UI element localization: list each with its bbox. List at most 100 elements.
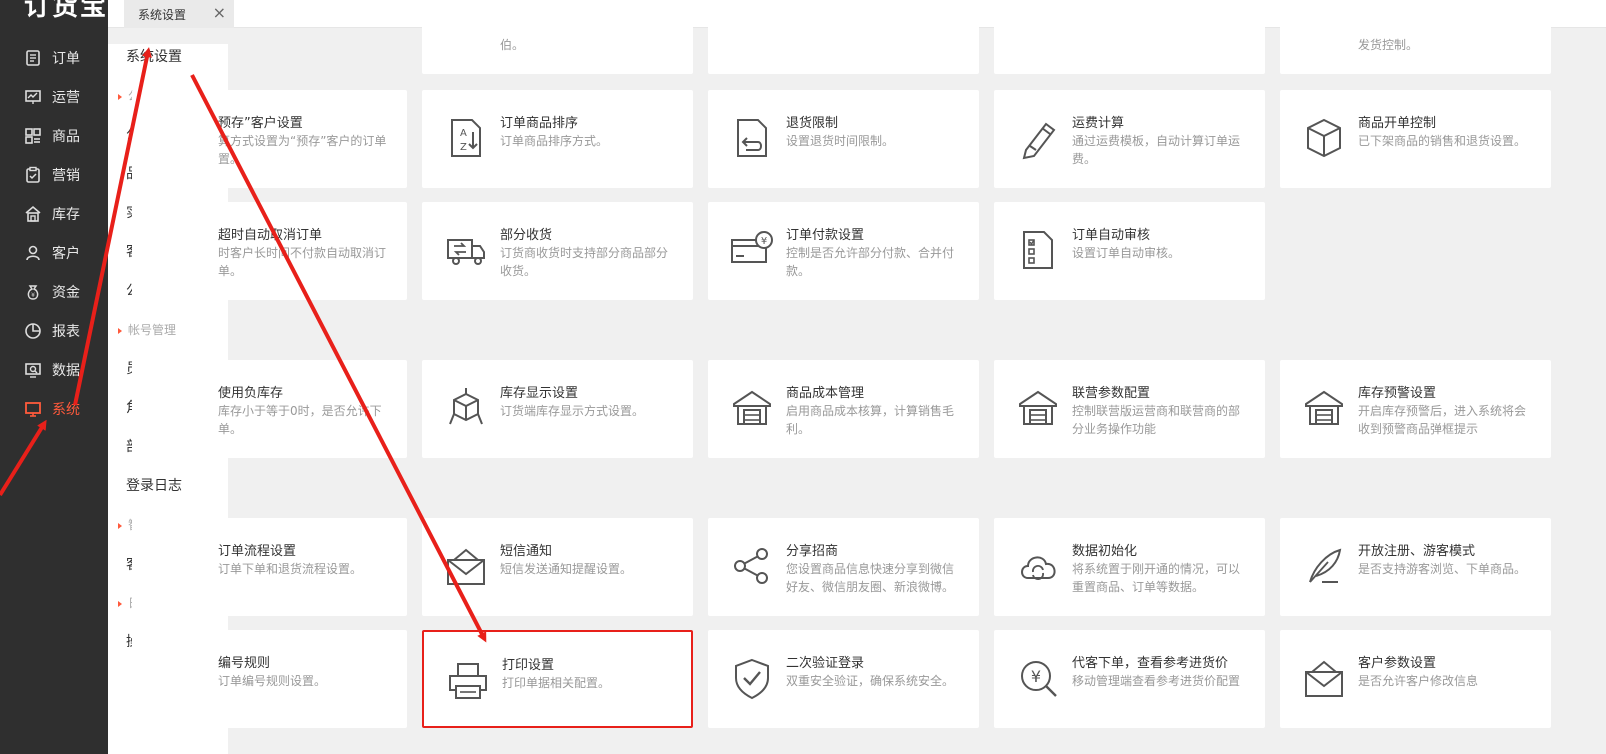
nav-item-8[interactable]: 数据 <box>0 350 108 390</box>
settings-card[interactable]: 伯。 <box>422 0 693 74</box>
left-navigation: 订货宝 订单 运营 商品 营销 库存 客户 ¥ 资金 报表 数据 系统 <box>0 0 108 754</box>
close-icon[interactable]: × <box>213 3 226 22</box>
settings-card[interactable]: 使用负库存库存小于等于0时，是否允许下单。 <box>132 360 407 458</box>
card-description: 时客户长时间不付款自动取消订单。 <box>218 246 387 278</box>
clipboard-check-icon <box>24 166 42 184</box>
card-title: 订单自动审核 <box>1072 228 1151 243</box>
card-title: 使用负库存 <box>218 386 284 401</box>
card-title: 数据初始化 <box>1072 544 1138 559</box>
nav-item-label: 客户 <box>52 246 80 262</box>
none <box>154 656 198 700</box>
nav-item-label: 订单 <box>52 51 80 67</box>
card-description: 通过运费模板，自动计算订单运费。 <box>1072 134 1241 166</box>
settings-card[interactable]: 库存预警设置 开启库存预警后，进入系统将会收到预警商品弹框提示 <box>1280 360 1551 458</box>
warehouse-icon <box>1016 386 1060 430</box>
pencil-icon <box>1016 116 1060 160</box>
nav-item-0[interactable]: 订单 <box>0 38 108 78</box>
settings-card[interactable]: 部分收货 订货商收货时支持部分商品部分收货。 <box>422 202 693 300</box>
none <box>154 228 198 272</box>
card-title: 订单付款设置 <box>786 228 865 243</box>
card-title: 短信通知 <box>500 544 553 559</box>
pie-chart-icon <box>24 322 42 340</box>
cube-icon <box>444 386 488 430</box>
settings-card[interactable]: 订单自动审核 设置订单自动审核。 <box>994 202 1265 300</box>
settings-card[interactable]: 联营参数配置控制联营版运营商和联营商的部分业务操作功能 <box>994 360 1265 458</box>
nav-item-1[interactable]: 运营 <box>0 77 108 117</box>
settings-card[interactable]: 商品开单控制 已下架商品的销售和退货设置。 <box>1280 90 1551 188</box>
nav-item-5[interactable]: 客户 <box>0 233 108 273</box>
settings-card[interactable]: 库存显示设置 订货端库存显示方式设置。 <box>422 360 693 458</box>
svg-text:Z: Z <box>460 142 467 153</box>
submenu-group-label: 帐号管理 <box>128 323 177 337</box>
nav-item-label: 报表 <box>52 324 80 340</box>
order-icon <box>24 49 42 67</box>
svg-text:A: A <box>460 128 467 139</box>
card-description: 启用商品成本核算，计算销售毛利。 <box>786 404 955 436</box>
settings-card[interactable] <box>708 0 979 74</box>
checklist-icon <box>1016 228 1060 272</box>
settings-card[interactable]: 编号规则 订单编号规则设置。 <box>132 630 407 728</box>
card-title: 二次验证登录 <box>786 656 865 671</box>
card-description: 库存小于等于0时，是否允许下单。 <box>218 404 382 436</box>
settings-card[interactable]: 开放注册、游客模式 是否支持游客浏览、下单商品。 <box>1280 518 1551 616</box>
card-title: 联营参数配置 <box>1072 386 1151 401</box>
card-title: 代客下单，查看参考进货价 <box>1072 656 1229 671</box>
card-title: 编号规则 <box>218 656 271 671</box>
warehouse-icon <box>24 205 42 223</box>
card-description: 开启库存预警后，进入系统将会收到预警商品弹框提示 <box>1358 404 1527 436</box>
settings-card[interactable]: 运费计算通过运费模板，自动计算订单运费。 <box>994 90 1265 188</box>
settings-card[interactable]: 订单流程设置 订单下单和退货流程设置。 <box>132 518 407 616</box>
settings-card[interactable]: 短信通知 短信发送通知提醒设置。 <box>422 518 693 616</box>
card-title: 打印设置 <box>502 658 555 673</box>
payment-card-icon: ¥ <box>730 228 774 272</box>
submenu-item[interactable]: 系统设置 <box>126 46 182 68</box>
card-title: 预存”客户设置 <box>218 116 303 131</box>
nav-item-3[interactable]: 营销 <box>0 155 108 195</box>
nav-item-6[interactable]: ¥ 资金 <box>0 272 108 312</box>
settings-card[interactable]: 发货控制。 <box>1280 0 1551 74</box>
card-title: 超时自动取消订单 <box>218 228 323 243</box>
settings-card[interactable]: ¥ 代客下单，查看参考进货价 移动管理端查看参考进货价配置 <box>994 630 1265 728</box>
truck-icon <box>444 228 488 272</box>
card-title: 订单商品排序 <box>500 116 579 131</box>
card-title: 开放注册、游客模式 <box>1358 544 1476 559</box>
nav-item-9[interactable]: 系统 <box>0 389 108 429</box>
settings-card[interactable]: ¥ 订单付款设置 控制是否允许部分付款、合并付款。 <box>708 202 979 300</box>
card-title: 运费计算 <box>1072 116 1125 131</box>
none <box>154 116 198 160</box>
card-title: 订单流程设置 <box>218 544 297 559</box>
settings-card[interactable]: 超时自动取消订单时客户长时间不付款自动取消订单。 <box>132 202 407 300</box>
nav-item-4[interactable]: 库存 <box>0 194 108 234</box>
warehouse-icon <box>1302 386 1346 430</box>
nav-item-2[interactable]: 商品 <box>0 116 108 156</box>
settings-card[interactable]: A Z 订单商品排序 订单商品排序方式。 <box>422 90 693 188</box>
caret-right-icon <box>118 93 122 100</box>
card-title: 退货限制 <box>786 116 839 131</box>
settings-card[interactable]: 分享招商 您设置商品信息快速分享到微信好友、微信朋友圈、新浪微博。 <box>708 518 979 616</box>
card-title: 库存显示设置 <box>500 386 579 401</box>
svg-text:¥: ¥ <box>761 236 767 247</box>
submenu-item[interactable]: 登录日志 <box>126 475 182 497</box>
card-description: 已下架商品的销售和退货设置。 <box>1358 134 1527 148</box>
settings-card[interactable]: 打印设置 打印单据相关配置。 <box>422 630 693 728</box>
money-bag-icon: ¥ <box>24 283 42 301</box>
nav-item-label: 运营 <box>52 90 80 106</box>
warehouse-icon <box>730 386 774 430</box>
tab-label: 系统设置 <box>138 7 187 22</box>
settings-card[interactable]: 客户参数设置 是否允许客户修改信息 <box>1280 630 1551 728</box>
card-description: 控制联营版运营商和联营商的部分业务操作功能 <box>1072 404 1241 436</box>
nav-item-label: 库存 <box>52 207 80 223</box>
svg-text:¥: ¥ <box>31 292 35 299</box>
settings-card[interactable]: 预存”客户设置 算方式设置为“预存”客户的订单置。 <box>132 90 407 188</box>
shield-check-icon <box>730 656 774 700</box>
settings-card[interactable]: 商品成本管理 启用商品成本核算，计算销售毛利。 <box>708 360 979 458</box>
nav-item-label: 资金 <box>52 285 80 301</box>
tab-system-settings[interactable]: 系统设置 × <box>124 0 234 28</box>
nav-item-7[interactable]: 报表 <box>0 311 108 351</box>
settings-card[interactable]: 数据初始化 将系统置于刚开通的情况，可以重置商品、订单等数据。 <box>994 518 1265 616</box>
user-icon <box>24 244 42 262</box>
card-description: 您设置商品信息快速分享到微信好友、微信朋友圈、新浪微博。 <box>786 562 955 594</box>
settings-card[interactable]: 二次验证登录 双重安全验证，确保系统安全。 <box>708 630 979 728</box>
settings-card[interactable] <box>994 0 1265 74</box>
settings-card[interactable]: 退货限制 设置退货时间限制。 <box>708 90 979 188</box>
